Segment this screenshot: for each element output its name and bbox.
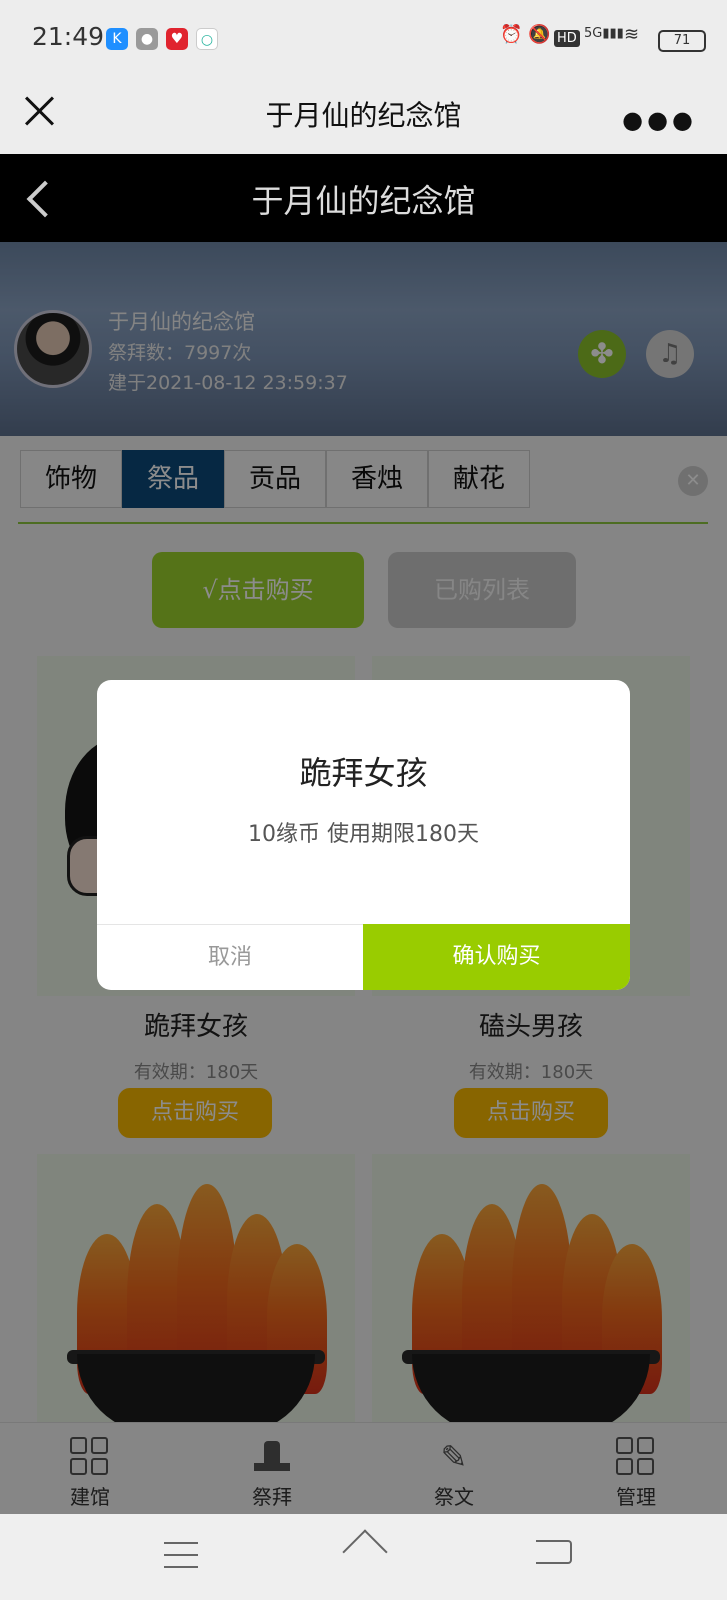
hd-icon: HD (554, 30, 580, 47)
dialog-description: 10缘币 使用期限180天 (248, 822, 479, 847)
app-topbar: 于月仙的纪念馆 ●●● (0, 76, 727, 154)
page-title: 于月仙的纪念馆 (251, 182, 476, 220)
signal-icon: 5G▮▮▮ (584, 26, 624, 41)
wechat-icon: ● (136, 28, 158, 50)
page-header: 于月仙的纪念馆 (0, 154, 727, 242)
status-bar: 21:49 K ● ♥ ○ ⏰ 🔕 HD 5G▮▮▮ ≋ 71 (0, 0, 727, 76)
confirm-purchase-button[interactable]: 确认购买 (363, 924, 630, 990)
message-icon: ○ (196, 28, 218, 50)
topbar-title: 于月仙的纪念馆 (265, 99, 462, 132)
alarm-icon: ⏰ (500, 24, 523, 45)
menu-icon[interactable] (164, 1542, 198, 1568)
cancel-button[interactable]: 取消 (97, 924, 363, 990)
battery-icon: 71 (658, 30, 706, 52)
back-nav-icon[interactable] (536, 1540, 572, 1564)
app-notification-icon: K (106, 28, 128, 50)
mute-icon: 🔕 (528, 24, 551, 45)
system-nav-bar (0, 1514, 727, 1600)
dialog-title: 跪拜女孩 (299, 754, 428, 792)
status-time: 21:49 (32, 22, 105, 51)
home-icon[interactable] (342, 1529, 388, 1575)
app-notification-icon: ♥ (166, 28, 188, 50)
wifi-icon: ≋ (624, 24, 640, 45)
purchase-dialog: 跪拜女孩 10缘币 使用期限180天 取消 确认购买 (97, 680, 630, 990)
more-options-icon[interactable]: ●●● (622, 106, 697, 134)
